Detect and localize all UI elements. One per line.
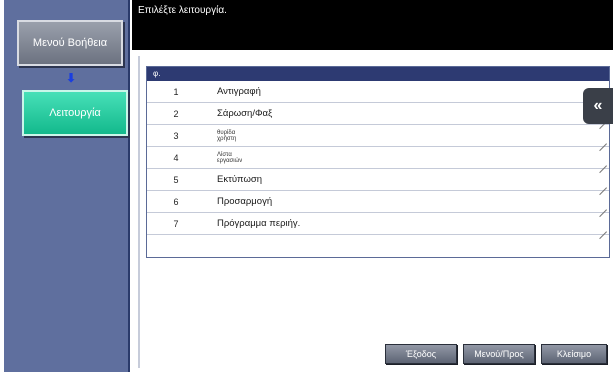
table-header: φ. (147, 67, 609, 81)
divider (138, 56, 140, 368)
corner-mark-icon (599, 158, 607, 166)
row-number: 7 (173, 218, 179, 229)
row-number: 1 (173, 86, 179, 97)
function-button[interactable]: Λειτουργία (22, 90, 128, 136)
double-chevron-left-icon[interactable]: « (583, 88, 613, 124)
row-label: Προσαρμογή (217, 196, 273, 207)
row-number: 5 (173, 174, 179, 185)
row-label: Πρόγραμμα περιήγ. (217, 218, 301, 229)
row-label: Σάρωση/Φαξ (217, 108, 273, 119)
row-number: 6 (173, 196, 179, 207)
message-bar: Επιλέξτε λειτουργία. (132, 0, 613, 50)
table-row[interactable]: 6 Προσαρμογή (147, 191, 609, 213)
row-label: Αντιγραφή (217, 86, 261, 97)
left-panel: Μενού Βοήθεια ⬇ Λειτουργία (4, 0, 130, 372)
corner-mark-icon (599, 136, 607, 144)
row-label: Λίστα εργασιών (217, 151, 243, 164)
row-label: Εκτύπωση (217, 174, 263, 185)
table-row[interactable]: 4 Λίστα εργασιών (147, 147, 609, 169)
corner-mark-icon (599, 180, 607, 188)
table-row[interactable]: 3 θυρίδα χρήστη (147, 125, 609, 147)
function-table: φ. 1 Αντιγραφή 2 Σάρωση/Φαξ 3 θυρίδα χρή… (146, 66, 610, 258)
exit-button[interactable]: Έξοδος (385, 344, 457, 364)
menu-back-button[interactable]: Μενού/Προς (463, 344, 535, 364)
table-row[interactable]: 7 Πρόγραμμα περιήγ. (147, 213, 609, 235)
table-header-label: φ. (153, 69, 161, 78)
message-text: Επιλέξτε λειτουργία. (138, 5, 227, 16)
row-label: θυρίδα χρήστη (217, 129, 237, 142)
table-row[interactable]: 1 Αντιγραφή (147, 81, 609, 103)
row-number: 3 (173, 130, 179, 141)
help-menu-button[interactable]: Μενού Βοήθεια (17, 20, 123, 66)
corner-mark-icon (599, 202, 607, 210)
row-number: 2 (173, 108, 179, 119)
corner-mark-icon (599, 224, 607, 232)
close-button[interactable]: Κλείσιμο (541, 344, 607, 364)
arrow-down-icon: ⬇ (66, 71, 77, 85)
table-row[interactable]: 2 Σάρωση/Φαξ (147, 103, 609, 125)
table-row[interactable]: 5 Εκτύπωση (147, 169, 609, 191)
row-number: 4 (173, 152, 179, 163)
